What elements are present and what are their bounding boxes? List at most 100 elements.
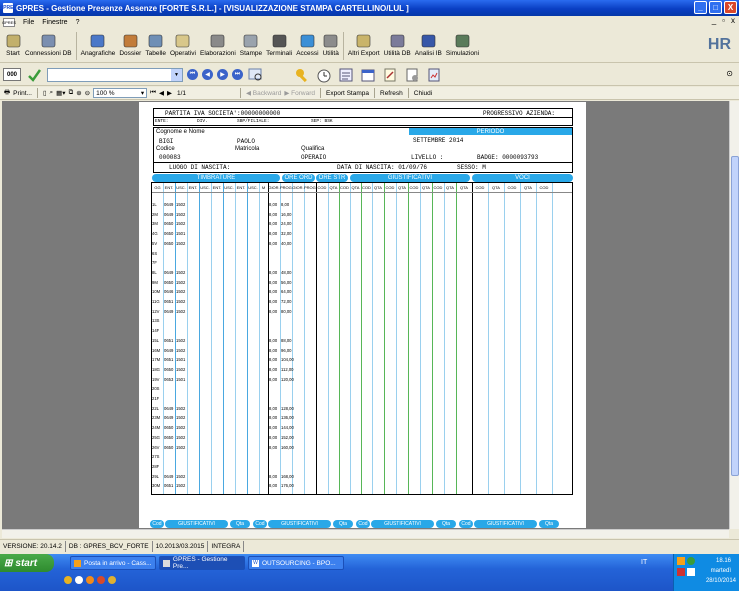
quick-launch-icon[interactable] [97,576,105,584]
ore-ord-header: ORE ORD [282,174,315,182]
menu-finestre[interactable]: Finestre [42,19,67,26]
toolbar-tabelle-button[interactable]: Tabelle [143,29,168,57]
quick-launch-icon[interactable] [75,576,83,584]
table-row: 22L 0649 1502 8,00 128,00 [152,404,572,413]
quick-launch-icon[interactable] [108,576,116,584]
row-usc: 1502 [176,240,186,246]
menu-help[interactable]: ? [76,19,80,26]
zoom-select[interactable]: 100 % ▾ [93,88,148,98]
first-record-button[interactable]: ⏮ [187,69,198,80]
page-setup-icon[interactable]: ▯ [43,89,47,97]
quick-launch-icon[interactable] [64,576,72,584]
edit-note-icon[interactable] [381,66,399,84]
tray-icon[interactable] [677,568,685,576]
luogo-nascita: LUOGO DI NASCITA: [169,164,231,171]
list-icon[interactable] [337,66,355,84]
grid-column-header: QTA [524,185,532,190]
horizontal-scrollbar[interactable] [2,529,729,538]
grid-column-header: COD [340,185,349,190]
row-prog: 16,00 [281,211,292,217]
print-settings-icon[interactable] [403,66,421,84]
last-record-button[interactable]: ⏭ [232,69,243,80]
table-row: 27S [152,452,572,461]
timer-icon[interactable] [315,66,333,84]
clock-date: 28/10/2014 [705,578,736,584]
row-ent: 0646 [164,289,174,295]
first-page-button[interactable]: ⏮ [150,89,156,97]
backward-button[interactable]: ◀ Backward [246,89,281,97]
printer-icon[interactable]: 🖶 [4,88,10,99]
search-screen-icon[interactable] [247,66,265,84]
chevron-down-icon[interactable]: ▼ [171,68,182,81]
tray-icon[interactable] [687,568,695,576]
mdi-restore-button[interactable]: ▫ [722,16,725,25]
copy-icon[interactable]: ⧉ [69,89,74,97]
grid-column-header: QTA [329,185,338,190]
options-icon[interactable]: ⊙ [726,69,733,78]
tray-icon[interactable] [677,557,685,565]
row-prog: 40,00 [281,240,292,246]
toolbar-altri-export-button[interactable]: Altri Export [346,29,382,57]
toolbar-connessioni-db-button[interactable]: Connessioni DB [23,29,74,57]
minimize-button[interactable]: _ [694,1,707,14]
word-icon: W [252,559,259,567]
toolbar-dossier-button[interactable]: Dossier [117,29,143,57]
report-icon[interactable] [425,66,443,84]
row-prog: 72,00 [281,299,292,304]
row-usc: 1502 [176,415,186,421]
legend-cod-pill: Cod [356,520,370,528]
employee-select[interactable]: ▼ [47,67,183,82]
close-preview-button[interactable]: Chiudi [414,90,432,97]
next-page-button[interactable]: ▶ [167,89,172,97]
zoom-in-icon[interactable]: ⊕ [76,89,81,97]
toolbar-analisi-ib-button[interactable]: Analisi IB [413,29,444,57]
toolbar-button-label: Tabelle [145,50,166,57]
legend-qta-pill: Qta [230,520,250,528]
report-viewer[interactable]: PARTITA IVA SOCIETA':00000000000 PROGRES… [2,101,729,529]
toolbar-start-button[interactable]: Start [3,29,23,57]
company-code-badge[interactable]: 000 [3,68,21,81]
export-button[interactable]: Export Stampa [326,90,369,97]
row-usc: 1502 [176,425,186,431]
zoom-out-icon[interactable]: ⊖ [85,89,90,97]
row-ent: 0650 [164,240,174,246]
scrollbar-thumb[interactable] [731,156,739,476]
toolbar-utilit-db-button[interactable]: Utilità DB [382,29,413,57]
task-gpres[interactable]: GPRES - Gestione Pre... [159,556,245,570]
layout-icon[interactable]: ▦▾ [56,89,65,97]
row-gg: 18G [152,366,160,372]
forward-button[interactable]: ▶ Forward [284,89,315,97]
mdi-close-button[interactable]: x [731,16,735,25]
quick-launch-icon[interactable] [86,576,94,584]
binoculars-icon[interactable]: ⌕ [50,89,54,97]
task-outlook[interactable]: Posta in arrivo - Cass... [70,556,156,570]
next-record-button[interactable]: ▶ [217,69,228,80]
toolbar-accessi-button[interactable]: Accessi [294,29,320,57]
task-word[interactable]: W OUTSOURCING - BPO... [248,556,344,570]
toolbar-stampe-button[interactable]: Stampe [238,29,264,57]
start-button[interactable]: ⊞ start [0,554,54,572]
toolbar-terminali-button[interactable]: Terminali [264,29,294,57]
calendar-icon[interactable] [359,66,377,84]
toolbar-utilit--button[interactable]: Utilità [321,29,341,57]
previous-record-button[interactable]: ◀ [202,69,213,80]
confirm-check-icon[interactable] [25,66,43,84]
toolbar-anagrafiche-button[interactable]: Anagrafiche [79,29,118,57]
close-button[interactable]: X [724,1,737,14]
div-label: DIV. [197,119,208,124]
refresh-button[interactable]: Refresh [380,90,403,97]
tray-icon[interactable] [687,557,695,565]
toolbar-simulazioni-button[interactable]: Simulazioni [444,29,481,57]
row-usc: 1502 [176,444,186,450]
language-indicator[interactable]: IT [641,559,647,566]
menu-file[interactable]: File [23,19,34,26]
mdi-minimize-button[interactable]: _ [712,16,716,25]
print-button[interactable]: Print... [13,90,32,97]
maximize-button[interactable]: □ [709,1,722,14]
legend-giustificativi-pill: GIUSTIFICATIVI [165,520,228,528]
previous-page-button[interactable]: ◀ [159,89,164,97]
vertical-scrollbar[interactable] [729,101,739,529]
keys-icon[interactable] [293,66,311,84]
toolbar-elaborazioni-button[interactable]: Elaborazioni [198,29,238,57]
toolbar-operativi-button[interactable]: Operativi [168,29,198,57]
